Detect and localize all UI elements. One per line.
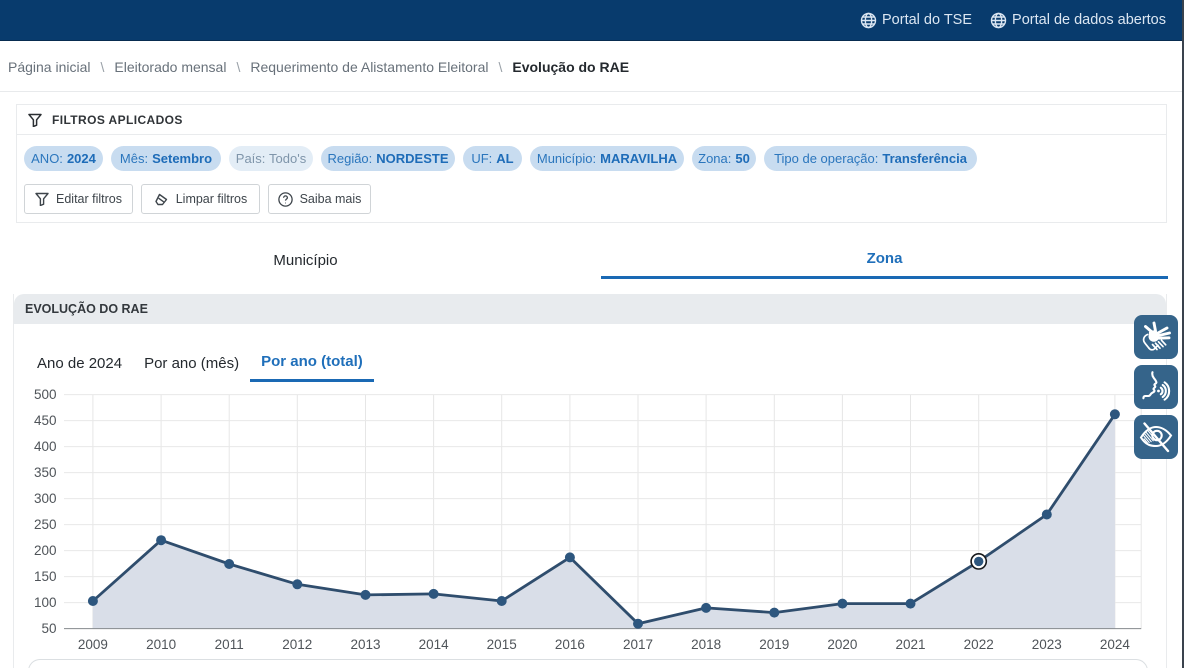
svg-text:2015: 2015 xyxy=(487,637,517,652)
svg-text:2017: 2017 xyxy=(623,637,653,652)
svg-text:2018: 2018 xyxy=(691,637,721,652)
svg-text:50: 50 xyxy=(41,621,56,636)
svg-text:2024: 2024 xyxy=(1100,637,1131,652)
svg-text:2009: 2009 xyxy=(78,637,108,652)
svg-text:450: 450 xyxy=(34,413,57,428)
svg-text:2010: 2010 xyxy=(146,637,176,652)
svg-text:300: 300 xyxy=(34,491,57,506)
svg-text:100: 100 xyxy=(34,595,57,610)
svg-text:2011: 2011 xyxy=(215,637,244,652)
svg-text:150: 150 xyxy=(34,569,57,584)
svg-text:2016: 2016 xyxy=(555,637,585,652)
svg-text:250: 250 xyxy=(34,517,57,532)
svg-text:400: 400 xyxy=(34,439,57,454)
svg-text:2019: 2019 xyxy=(759,637,789,652)
svg-text:2023: 2023 xyxy=(1032,637,1062,652)
svg-text:2012: 2012 xyxy=(282,637,312,652)
svg-text:200: 200 xyxy=(34,543,57,558)
svg-text:2021: 2021 xyxy=(895,637,925,652)
svg-text:2022: 2022 xyxy=(964,637,994,652)
svg-text:500: 500 xyxy=(34,387,57,402)
svg-text:2020: 2020 xyxy=(827,637,857,652)
svg-text:2014: 2014 xyxy=(419,637,450,652)
svg-text:2013: 2013 xyxy=(350,637,380,652)
svg-text:350: 350 xyxy=(34,465,57,480)
